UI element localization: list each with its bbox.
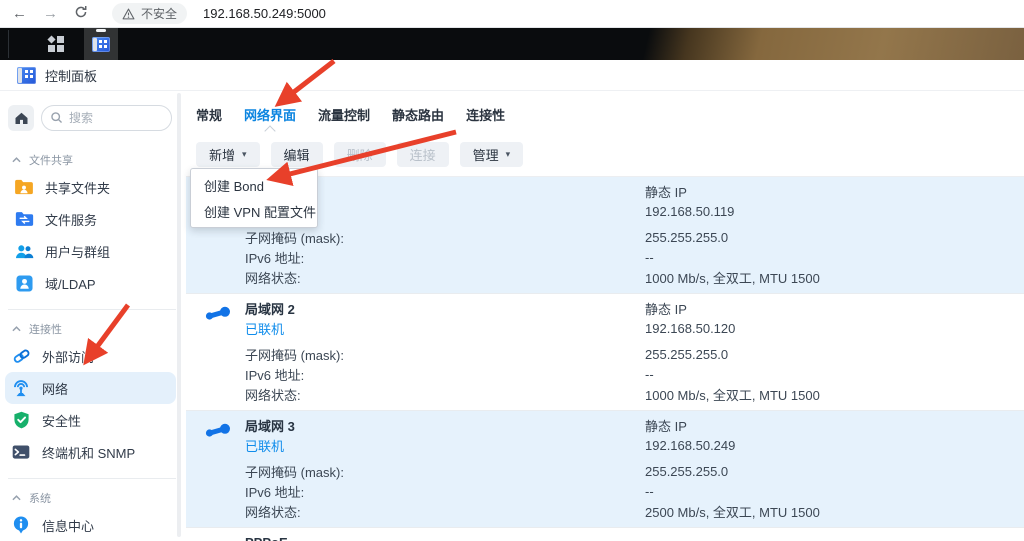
external-access-icon — [10, 345, 32, 367]
status-link[interactable]: 已联机 — [245, 319, 645, 338]
ip-type: 静态 IP — [645, 299, 1024, 318]
sidebar-section-file-sharing: 文件共享 共享文件夹 文件服务 用户与群组 — [0, 141, 186, 299]
security-label: 不安全 — [141, 5, 177, 22]
sidebar-item-network[interactable]: 网络 — [5, 372, 176, 404]
ip-address: 192.168.50.120 — [645, 321, 1024, 336]
warning-icon — [122, 8, 135, 20]
ip-type: 静态 IP — [645, 182, 1024, 201]
dsm-desktop-strip — [0, 28, 1024, 60]
ip-address: 192.168.50.119 — [645, 204, 1024, 219]
domain-ldap-icon — [13, 272, 35, 294]
terminal-icon — [10, 441, 32, 463]
interface-row-lan2[interactable]: 局域网 2静态 IP 已联机192.168.50.120 子网掩码 (mask)… — [186, 294, 1024, 411]
tab-general[interactable]: 常规 — [196, 105, 222, 126]
info-center-icon — [10, 514, 32, 536]
section-header-file-sharing[interactable]: 文件共享 — [0, 149, 186, 171]
taskbar-control-panel-button[interactable] — [84, 28, 118, 60]
menu-item-create-bond[interactable]: 创建 Bond — [191, 172, 317, 198]
ip-address: 192.168.50.249 — [645, 438, 1024, 453]
menu-item-create-vpn-profile[interactable]: 创建 VPN 配置文件 — [191, 198, 317, 224]
tab-connectivity[interactable]: 连接性 — [466, 105, 505, 126]
chevron-up-icon — [12, 326, 21, 332]
sidebar-scrollbar[interactable] — [177, 93, 181, 537]
home-icon — [14, 111, 29, 125]
browser-refresh-icon[interactable] — [74, 5, 88, 22]
interface-row-pppoe[interactable]: PPPoE 尚未联机-- — [186, 528, 1024, 541]
section-header-connectivity[interactable]: 连接性 — [8, 318, 176, 340]
tab-network-interface[interactable]: 网络界面 — [244, 105, 296, 126]
add-button[interactable]: 新增▾ — [196, 142, 260, 167]
open-app-indicator — [96, 29, 106, 32]
network-panel: 常规 网络界面 流量控制 静态路由 连接性 新增▾ 编辑 删除 连接 管理▾ 静… — [186, 91, 1024, 541]
interface-row-lan3[interactable]: 局域网 3静态 IP 已联机192.168.50.249 子网掩码 (mask)… — [186, 411, 1024, 528]
address-bar-url[interactable]: 192.168.50.249:5000 — [203, 6, 326, 21]
security-shield-icon — [10, 409, 32, 431]
interface-list: 静态 IP 192.168.50.119 子网掩码 (mask):255.255… — [186, 176, 1024, 541]
add-dropdown-menu: 创建 Bond 创建 VPN 配置文件 — [190, 168, 318, 228]
shared-folder-icon — [13, 176, 35, 198]
network-icon — [10, 377, 32, 399]
sidebar-item-shared-folder[interactable]: 共享文件夹 — [8, 171, 178, 203]
manage-button[interactable]: 管理▾ — [460, 142, 524, 167]
sidebar-item-external-access[interactable]: 外部访问 — [5, 340, 176, 372]
browser-toolbar: ← → 不安全 192.168.50.249:5000 — [0, 0, 1024, 28]
tab-static-route[interactable]: 静态路由 — [392, 105, 444, 126]
browser-back-icon[interactable]: ← — [12, 6, 27, 21]
site-security-chip[interactable]: 不安全 — [112, 3, 187, 24]
tab-traffic-control[interactable]: 流量控制 — [318, 105, 370, 126]
caret-down-icon: ▾ — [242, 149, 247, 160]
chevron-up-icon — [12, 495, 21, 501]
main-menu-icon — [48, 36, 64, 52]
users-icon — [13, 240, 35, 262]
search-icon — [50, 111, 63, 124]
main-menu-button[interactable] — [30, 28, 82, 60]
taskbar-divider — [8, 30, 9, 58]
interface-toolbar: 新增▾ 编辑 删除 连接 管理▾ — [186, 134, 1024, 167]
caret-down-icon: ▾ — [506, 149, 511, 160]
chevron-up-icon — [12, 157, 21, 163]
sidebar-section-connectivity: 连接性 外部访问 网络 安全性 — [8, 309, 176, 468]
control-panel-icon — [92, 37, 110, 52]
sidebar-item-info-center[interactable]: 信息中心 — [5, 509, 176, 541]
delete-button: 删除 — [334, 142, 386, 167]
control-panel-icon — [17, 67, 36, 84]
window-title: 控制面板 — [45, 66, 97, 85]
screen: ← → 不安全 192.168.50.249:5000 控制面板 — [0, 0, 1024, 541]
section-header-system[interactable]: 系统 — [8, 487, 176, 509]
ip-type: 静态 IP — [645, 416, 1024, 435]
sidebar: 文件共享 共享文件夹 文件服务 用户与群组 — [0, 91, 186, 541]
window-titlebar: 控制面板 — [0, 60, 1024, 91]
sidebar-item-users-groups[interactable]: 用户与群组 — [8, 235, 178, 267]
sidebar-item-domain-ldap[interactable]: 域/LDAP — [8, 267, 178, 299]
file-services-icon — [13, 208, 35, 230]
sidebar-search — [41, 105, 172, 131]
lan-icon — [203, 303, 233, 328]
status-link[interactable]: 已联机 — [245, 436, 645, 455]
sidebar-item-file-services[interactable]: 文件服务 — [8, 203, 178, 235]
connect-button: 连接 — [397, 142, 449, 167]
lan-icon — [203, 420, 233, 445]
browser-forward-icon[interactable]: → — [43, 6, 58, 21]
sidebar-item-terminal-snmp[interactable]: 终端机和 SNMP — [5, 436, 176, 468]
tab-bar: 常规 网络界面 流量控制 静态路由 连接性 — [186, 91, 1024, 134]
sidebar-item-security[interactable]: 安全性 — [5, 404, 176, 436]
sidebar-section-system: 系统 信息中心 登录门户 — [8, 478, 176, 541]
home-button[interactable] — [8, 105, 34, 131]
edit-button[interactable]: 编辑 — [271, 142, 323, 167]
